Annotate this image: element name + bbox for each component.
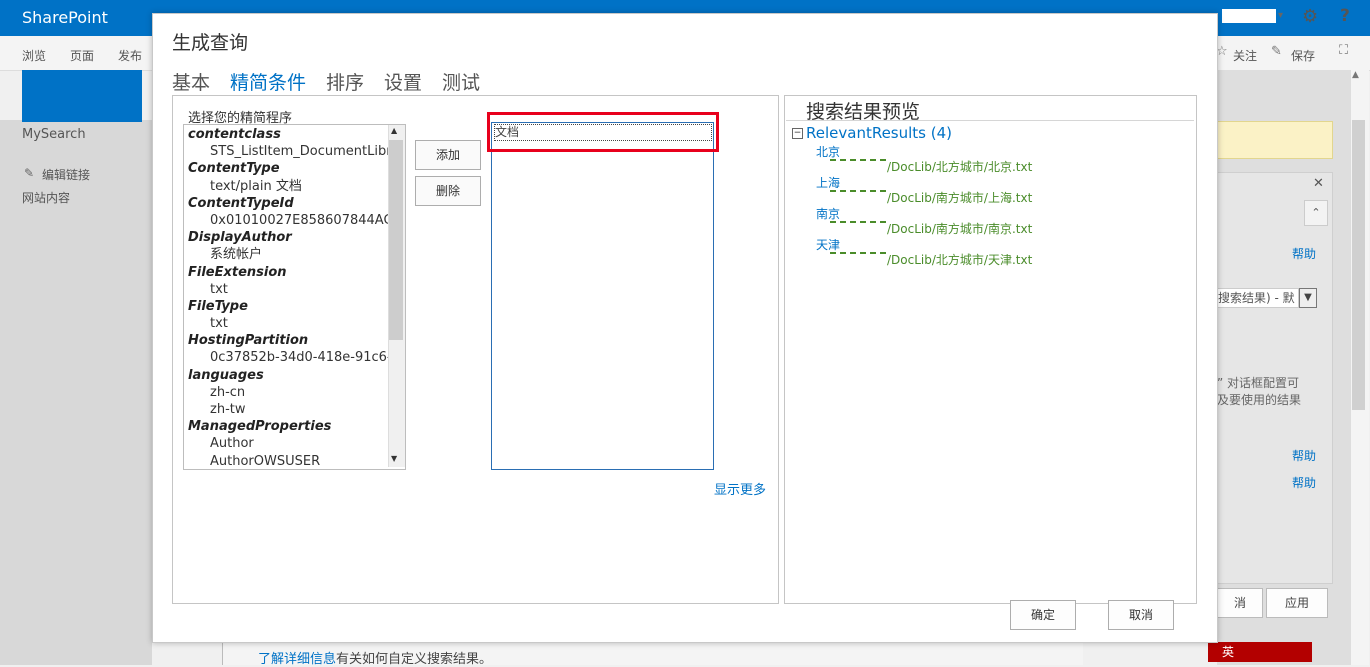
pencil-icon: ✎ xyxy=(24,166,35,180)
result-url[interactable]: /DocLib/南方城市/南京.txt xyxy=(887,220,1032,237)
refiner-group[interactable]: ContentTypeId xyxy=(188,195,388,212)
learn-more-text: 有关如何自定义搜索结果。 xyxy=(336,652,493,667)
page-scroll-thumb[interactable] xyxy=(1352,120,1365,410)
refiner-group[interactable]: languages xyxy=(188,367,388,384)
user-menu-chevron-icon[interactable]: ▾ xyxy=(1278,10,1283,21)
refiner-item[interactable]: STS_ListItem_DocumentLibra xyxy=(188,143,388,160)
brand-label[interactable]: SharePoint xyxy=(22,8,108,27)
refiner-item[interactable]: 0x01010027E858607844AC4. xyxy=(188,212,388,229)
scroll-up-icon[interactable]: ▲ xyxy=(1352,70,1359,80)
result-title[interactable]: 天津 xyxy=(816,236,840,253)
refiner-group[interactable]: ContentType xyxy=(188,160,388,177)
focus-content-icon[interactable]: ⛶ xyxy=(1339,43,1348,58)
ok-button[interactable]: 确定 xyxy=(1010,600,1076,630)
refiner-item[interactable]: zh-tw xyxy=(188,401,388,418)
refiner-list-scroll-thumb[interactable] xyxy=(389,140,403,340)
refiner-item[interactable]: 系统帐户 xyxy=(188,246,388,263)
tab-sorting[interactable]: 排序 xyxy=(326,68,364,95)
refiner-group[interactable]: HostingPartition xyxy=(188,332,388,349)
scroll-up-arrow-icon[interactable]: ▲ xyxy=(391,126,397,135)
result-title[interactable]: 南京 xyxy=(816,205,840,222)
nav-mysearch[interactable]: MySearch xyxy=(22,127,86,142)
apply-button[interactable]: 应用 xyxy=(1266,588,1328,618)
chevron-down-icon[interactable]: ▼ xyxy=(1299,288,1317,308)
remove-button[interactable]: 删除 xyxy=(415,176,481,206)
add-button[interactable]: 添加 xyxy=(415,140,481,170)
redacted-url-prefix xyxy=(830,252,886,254)
show-more-link[interactable]: 显示更多 xyxy=(714,479,766,498)
ime-toolbar[interactable]: 英 xyxy=(1208,642,1312,662)
collapse-icon[interactable]: ⌃ xyxy=(1304,200,1328,226)
refiner-group[interactable]: FileType xyxy=(188,298,388,315)
site-contents-link[interactable]: 网站内容 xyxy=(22,189,70,206)
result-url[interactable]: /DocLib/北方城市/天津.txt xyxy=(887,251,1032,268)
learn-more-link[interactable]: 了解详细信息 xyxy=(258,648,336,667)
relevant-results-heading[interactable]: RelevantResults (4) xyxy=(806,124,952,142)
status-bar xyxy=(1217,121,1333,159)
close-icon[interactable]: ✕ xyxy=(1313,176,1324,191)
tab-basic[interactable]: 基本 xyxy=(172,68,210,95)
refiner-item[interactable]: AuthorOWSUSER xyxy=(188,453,388,469)
query-select[interactable]: 搜索结果) - 默 xyxy=(1217,288,1299,308)
refiner-list[interactable]: contentclass STS_ListItem_DocumentLibra Co… xyxy=(183,124,406,470)
scroll-down-arrow-icon[interactable]: ▼ xyxy=(391,454,397,463)
ribbon-tab-publish[interactable]: 发布 xyxy=(118,47,142,64)
site-logo[interactable] xyxy=(22,70,142,122)
help-link-2[interactable]: 帮助 xyxy=(1292,447,1316,464)
highlight-box xyxy=(487,112,719,152)
refiner-list-items: contentclass STS_ListItem_DocumentLibra Co… xyxy=(188,126,388,469)
save-icon[interactable]: ✎ xyxy=(1271,44,1282,59)
user-menu[interactable] xyxy=(1222,9,1276,23)
result-title[interactable]: 上海 xyxy=(816,174,840,191)
redacted-url-prefix xyxy=(830,221,886,223)
refiner-item[interactable]: txt xyxy=(188,281,388,298)
preview-divider xyxy=(786,120,1194,121)
tab-settings[interactable]: 设置 xyxy=(384,68,422,95)
refiner-item[interactable]: txt xyxy=(188,315,388,332)
collapse-toggle-icon[interactable]: − xyxy=(792,128,803,139)
help-link-3[interactable]: 帮助 xyxy=(1292,474,1316,491)
redacted-url-prefix xyxy=(830,159,886,161)
refiner-item[interactable]: 0c37852b-34d0-418e-91c6-2 xyxy=(188,349,388,366)
tab-refiners[interactable]: 精简条件 xyxy=(230,68,306,95)
refiner-group[interactable]: ManagedProperties xyxy=(188,418,388,435)
save-label[interactable]: 保存 xyxy=(1291,47,1315,64)
ribbon-tab-browse[interactable]: 浏览 xyxy=(22,47,46,64)
redacted-url-prefix xyxy=(830,190,886,192)
refiner-group[interactable]: contentclass xyxy=(188,126,388,143)
result-url[interactable]: /DocLib/南方城市/上海.txt xyxy=(887,189,1032,206)
result-url[interactable]: /DocLib/北方城市/北京.txt xyxy=(887,158,1032,175)
refiner-group[interactable]: FileExtension xyxy=(188,264,388,281)
result-title[interactable]: 北京 xyxy=(816,143,840,160)
dialog-title: 生成查询 xyxy=(172,32,249,54)
desc-line-2: 及要使用的结果 xyxy=(1217,393,1302,407)
tab-test[interactable]: 测试 xyxy=(442,68,480,95)
refiner-group[interactable]: DisplayAuthor xyxy=(188,229,388,246)
refiner-item[interactable]: text/plain 文档 xyxy=(188,178,388,195)
refiner-item[interactable]: zh-cn xyxy=(188,384,388,401)
selected-refiners-list[interactable] xyxy=(491,122,714,470)
refiner-item[interactable]: Author xyxy=(188,435,388,452)
help-icon[interactable]: ? xyxy=(1340,6,1350,26)
follow-label[interactable]: 关注 xyxy=(1233,47,1257,64)
edit-links[interactable]: 编辑链接 xyxy=(42,166,90,183)
ribbon-tab-page[interactable]: 页面 xyxy=(70,47,94,64)
cancel-button-partial[interactable]: 消 xyxy=(1217,588,1263,618)
settings-icon[interactable]: ⚙ xyxy=(1302,6,1318,27)
ime-label[interactable]: 英 xyxy=(1222,645,1234,659)
cancel-button[interactable]: 取消 xyxy=(1108,600,1174,630)
help-link-1[interactable]: 帮助 xyxy=(1292,245,1316,262)
desc-line-1: ” 对话框配置可 xyxy=(1217,376,1300,390)
